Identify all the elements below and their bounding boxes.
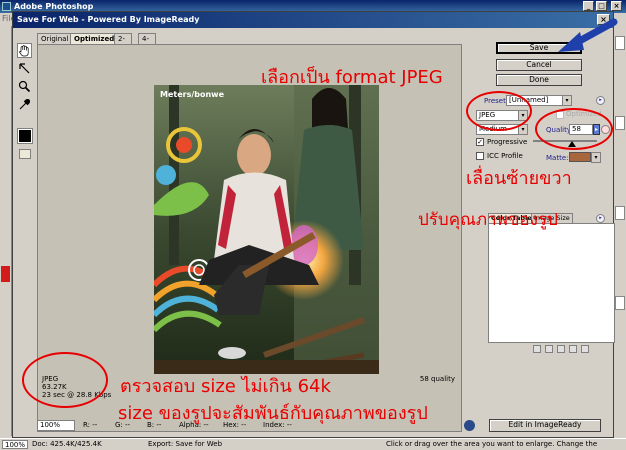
optimize-menu-icon[interactable]: ▸ xyxy=(596,96,605,105)
shift-web-safe-icon[interactable] xyxy=(533,345,541,353)
add-color-icon[interactable] xyxy=(557,345,565,353)
preview-zoom-select[interactable]: 100% xyxy=(37,420,75,431)
photo-illustration: Meters/bonwe xyxy=(154,85,379,374)
annotation-format-jpeg: เลือกเป็น format JPEG xyxy=(261,67,443,88)
readout-r: R: -- xyxy=(83,421,98,429)
app-toolbox xyxy=(0,26,12,436)
icc-profile-checkbox[interactable] xyxy=(476,152,484,160)
annotation-check-size: ตรวจสอบ size ไม่เกิน 64k xyxy=(120,376,331,397)
edit-in-imageready-button[interactable]: Edit in ImageReady xyxy=(489,419,601,432)
slice-select-icon[interactable] xyxy=(17,61,32,76)
palette-box[interactable] xyxy=(615,116,625,130)
progressive-checkbox[interactable]: ✓ xyxy=(476,138,484,146)
status-hint: Click or drag over the area you want to … xyxy=(386,440,598,448)
annotation-format-circle xyxy=(466,91,532,131)
maximize-button[interactable]: □ xyxy=(596,1,607,11)
status-zoom[interactable]: 100% xyxy=(2,440,28,449)
palette-strip xyxy=(614,26,626,436)
palette-box[interactable] xyxy=(615,296,625,310)
photoshop-app-icon xyxy=(2,2,11,11)
progressive-label: Progressive xyxy=(487,138,528,146)
info-quality: 58 quality xyxy=(419,375,455,383)
annotation-info-circle xyxy=(22,352,108,408)
dialog-toolbar xyxy=(16,43,34,163)
cancel-button[interactable]: Cancel xyxy=(496,59,582,71)
zoom-icon[interactable] xyxy=(17,79,32,94)
app-color-swatch[interactable] xyxy=(1,266,10,282)
dialog-titlebar: Save For Web - Powered By ImageReady × xyxy=(13,12,613,28)
chevron-down-icon: ▾ xyxy=(592,153,600,162)
status-export: Export: Save for Web xyxy=(148,440,223,448)
app-title: Adobe Photoshop xyxy=(14,2,94,11)
photo-brand-text: Meters/bonwe xyxy=(160,90,225,99)
color-table-panel xyxy=(488,223,615,343)
tab-4-up[interactable]: 4-Up xyxy=(138,33,156,53)
annotation-quality-circle xyxy=(535,108,613,150)
matte-color-swatch[interactable] xyxy=(569,152,591,162)
annotation-size-tradeoff: size ของรูปจะสัมพันธ์กับคุณภาพของรูป xyxy=(118,403,428,424)
app-close-button[interactable]: × xyxy=(611,1,622,11)
preview-in-browser-icon[interactable] xyxy=(464,420,475,431)
dialog-title: Save For Web - Powered By ImageReady xyxy=(17,15,200,24)
minimize-button[interactable]: _ xyxy=(583,1,594,11)
annotation-slide: เลื่อนซ้ายขวา xyxy=(466,168,572,189)
eyedropper-color-swatch[interactable] xyxy=(17,128,33,144)
annotation-quality: ปรับคุณภาพของรูป xyxy=(418,210,558,230)
trash-icon[interactable] xyxy=(581,345,589,353)
hand-icon[interactable] xyxy=(17,43,32,58)
toggle-slices-visibility[interactable] xyxy=(19,149,31,159)
app-statusbar: 100% Doc: 425.4K/425.4K Export: Save for… xyxy=(0,438,626,450)
matte-label: Matte: xyxy=(546,154,569,162)
delete-color-icon[interactable] xyxy=(569,345,577,353)
preview-photo[interactable]: Meters/bonwe xyxy=(154,85,379,374)
lock-color-icon[interactable] xyxy=(545,345,553,353)
done-button[interactable]: Done xyxy=(496,74,582,86)
tab-2-up[interactable]: 2-Up xyxy=(114,33,132,53)
chevron-down-icon: ▾ xyxy=(562,96,571,105)
annotation-arrow-icon xyxy=(558,18,618,52)
color-table-menu-icon[interactable]: ▸ xyxy=(596,214,605,223)
eyedropper-icon[interactable] xyxy=(17,97,32,112)
palette-box[interactable] xyxy=(615,206,625,220)
icc-profile-label: ICC Profile xyxy=(487,152,523,160)
matte-select[interactable]: ▾ xyxy=(591,152,601,163)
status-doc-size: Doc: 425.4K/425.4K xyxy=(32,440,102,448)
tab-original[interactable]: Original xyxy=(37,33,73,44)
